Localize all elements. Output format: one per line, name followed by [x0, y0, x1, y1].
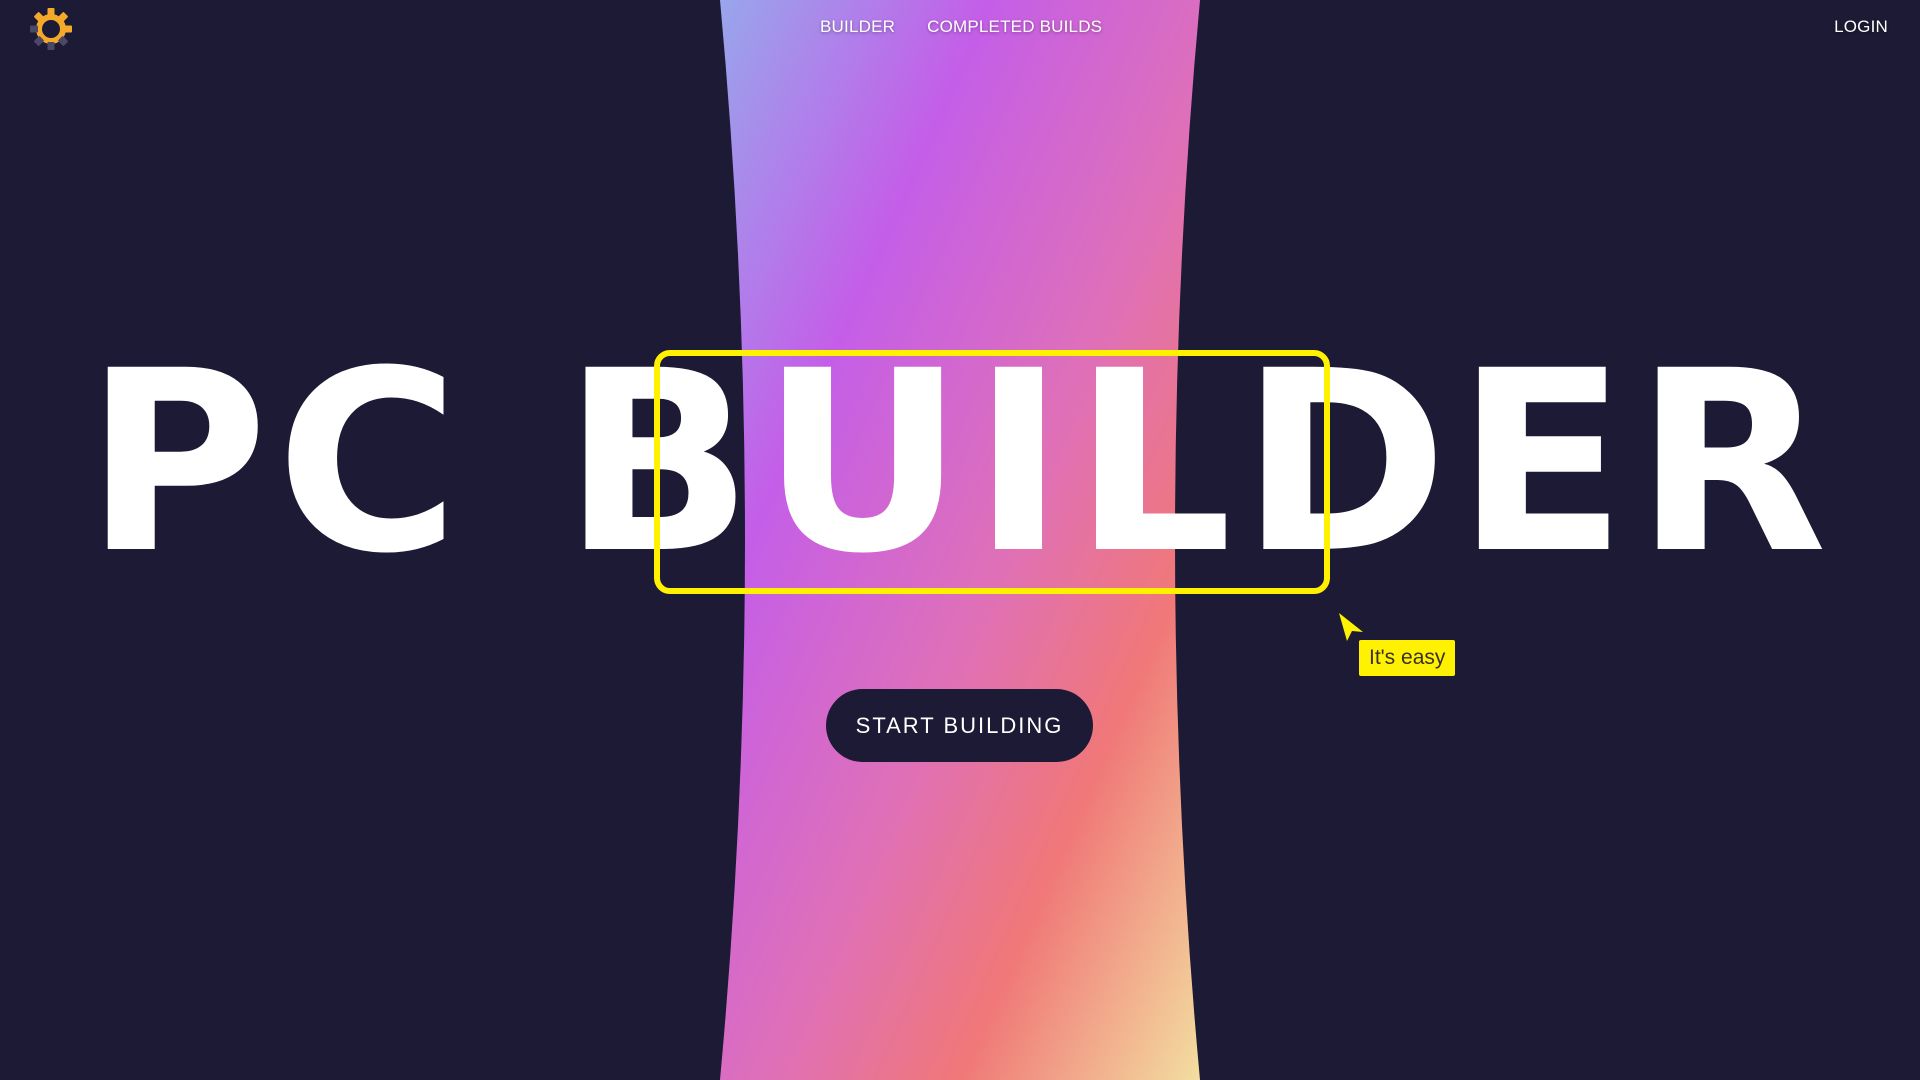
easy-tooltip: It's easy — [1359, 640, 1456, 676]
login-link[interactable]: LOGIN — [1834, 17, 1888, 37]
top-navigation: BUILDER COMPLETED BUILDS LOGIN — [0, 0, 1920, 56]
start-building-button[interactable]: START BUILDING — [826, 689, 1093, 762]
nav-builder-link[interactable]: BUILDER — [820, 17, 895, 37]
cursor-arrow-icon — [1339, 613, 1363, 641]
gear-icon[interactable] — [28, 6, 74, 52]
hero-title: PC BUILDER — [84, 317, 1836, 608]
main-nav: BUILDER COMPLETED BUILDS — [820, 17, 1102, 37]
nav-completed-builds-link[interactable]: COMPLETED BUILDS — [927, 17, 1102, 37]
landing-page: BUILDER COMPLETED BUILDS LOGIN PC BUILDE… — [0, 0, 1920, 1080]
